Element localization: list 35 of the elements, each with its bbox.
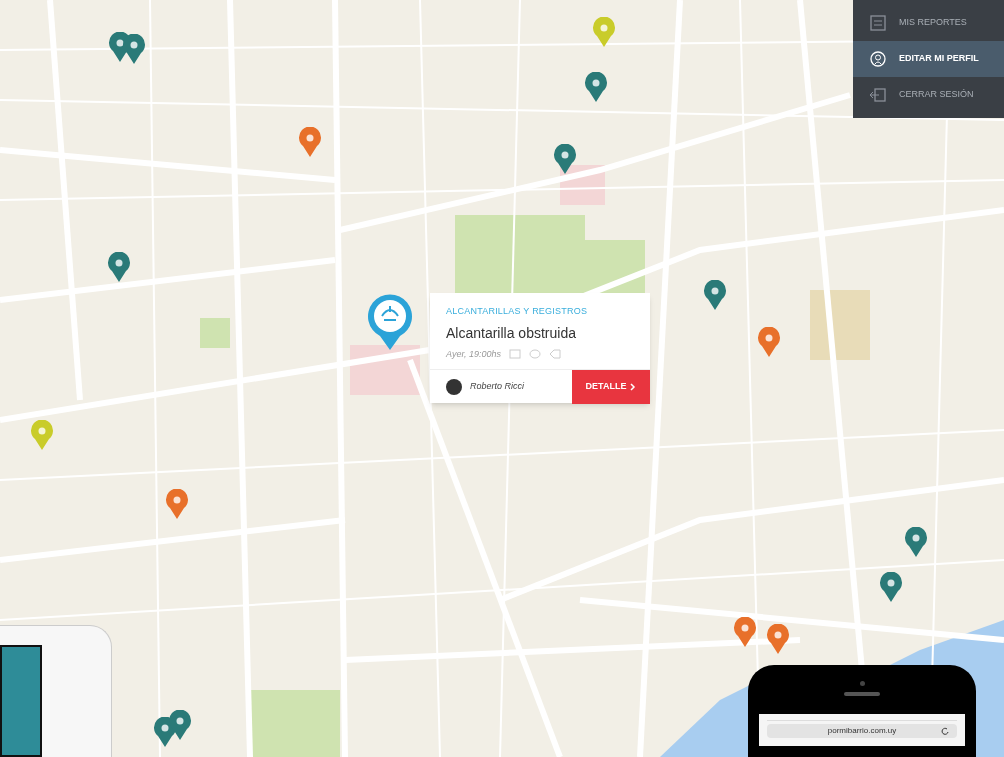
detail-button[interactable]: DETALLE [572,369,650,404]
map-pin-icon[interactable] [757,327,781,357]
report-title: Alcantarilla obstruida [446,323,577,343]
map-pin-icon[interactable] [766,624,790,654]
map-pin-icon[interactable] [703,280,727,310]
url-text: pormibarrio.com.uy [827,725,897,737]
address-bar[interactable]: pormibarrio.com.uy [767,724,957,738]
map-pin-icon[interactable] [165,489,189,519]
map-pin-icon[interactable] [122,34,146,64]
map-pin-icon[interactable] [298,127,322,157]
speaker-icon [844,692,880,696]
report-pin-icon[interactable] [366,292,414,350]
report-time: Ayer, 19:00hs [446,347,501,361]
reports-icon [869,14,887,32]
avatar [446,378,462,395]
map-pin-icon[interactable] [584,72,608,102]
comment-icon [528,349,541,360]
menu-item[interactable]: MIS REPORTES [853,5,1004,41]
reload-icon[interactable] [941,727,949,735]
report-category: ALCANTARILLAS Y REGISTROS [446,305,589,318]
map-pin-icon[interactable] [168,710,192,740]
author-name: Roberto Ricci [470,379,525,393]
map-pin-icon[interactable] [879,572,903,602]
map-pin-icon[interactable] [733,617,757,647]
map-pin-icon[interactable] [553,144,577,174]
map-pin-icon[interactable] [107,252,131,282]
menu-item[interactable]: CERRAR SESIÓN [853,77,1004,113]
logout-icon [869,86,887,104]
camera-icon [859,681,865,686]
tag-icon [548,349,561,360]
menu-item[interactable]: EDITAR MI PERFIL [853,41,1004,77]
map-pin-icon[interactable] [904,527,928,557]
user-icon [869,50,887,68]
chevron-right-icon [630,382,637,391]
photo-icon [508,349,521,360]
